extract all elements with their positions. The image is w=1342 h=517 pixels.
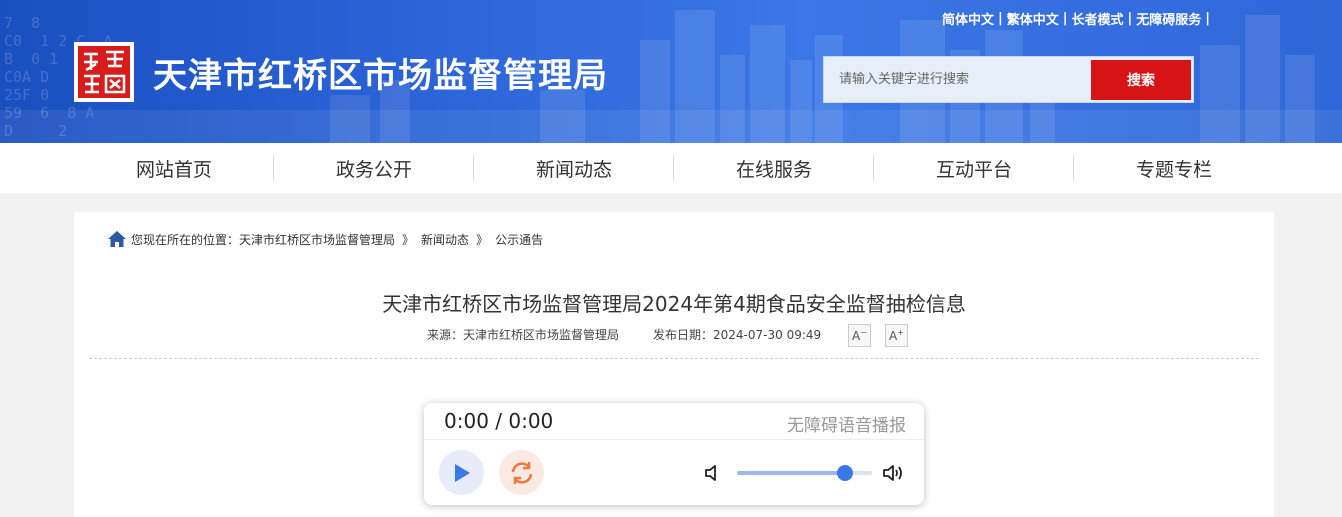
home-icon[interactable] [107,230,127,248]
link-separator: | [997,11,1003,26]
site-logo[interactable] [74,42,134,102]
nav-item-special-topics[interactable]: 专题专栏 [1074,143,1274,193]
breadcrumb: 您现在所在的位置： 天津市红桥区市场监督管理局 》 新闻动态 》 公示通告 [107,230,543,248]
font-decrease-button[interactable]: A − [848,324,871,347]
article-card: 您现在所在的位置： 天津市红桥区市场监督管理局 》 新闻动态 》 公示通告 天津… [74,212,1274,517]
breadcrumb-separator: 》 [476,232,489,247]
nav-item-online-services[interactable]: 在线服务 [674,143,874,193]
font-increase-letter: A [889,328,898,343]
logo-seal-icon [76,44,132,100]
font-increase-mark: + [897,328,904,337]
breadcrumb-item-news[interactable]: 新闻动态 [421,231,469,248]
search-input[interactable] [824,57,1090,102]
link-simplified-chinese[interactable]: 简体中文 [942,9,994,28]
font-decrease-letter: A [852,328,861,343]
font-increase-button[interactable]: A + [885,324,908,347]
site-header: 7 8 C0 1 2 C A B 0 1 C0A D 25F 0 59 6 8 … [0,0,1342,143]
link-separator: | [1205,11,1210,26]
volume-slider[interactable] [737,465,872,481]
article-source: 来源：天津市红桥区市场监督管理局 [427,328,620,342]
volume-mute-icon[interactable] [704,464,722,482]
search-box: 搜索 [823,56,1194,103]
link-separator: | [1127,11,1133,26]
article-title: 天津市红桥区市场监督管理局2024年第4期食品安全监督抽检信息 [382,292,966,316]
nav-item-government-affairs[interactable]: 政务公开 [274,143,474,193]
breadcrumb-prefix: 您现在所在的位置： [131,232,240,247]
volume-up-icon[interactable] [882,463,906,483]
loop-icon [511,461,532,484]
play-icon [454,463,470,482]
player-time: 0:00 / 0:00 [444,409,554,433]
volume-slider-knob[interactable] [837,465,853,481]
meta-divider [89,358,1259,359]
link-elderly-mode[interactable]: 长者模式 [1071,9,1123,28]
site-title: 天津市红桥区市场监督管理局 [153,56,608,96]
breadcrumb-item-agency[interactable]: 天津市红桥区市场监督管理局 [239,231,395,248]
link-accessibility[interactable]: 无障碍服务 [1136,9,1201,28]
nav-item-interaction[interactable]: 互动平台 [874,143,1074,193]
play-button[interactable] [439,450,484,495]
breadcrumb-item-notices[interactable]: 公示通告 [495,231,543,248]
audio-player: 0:00 / 0:00 无障碍语音播报 [424,403,924,505]
loop-button[interactable] [499,450,544,495]
search-button[interactable]: 搜索 [1091,60,1191,100]
link-separator: | [1062,11,1068,26]
article-date: 发布日期：2024-07-30 09:49 [653,328,822,342]
nav-item-news[interactable]: 新闻动态 [474,143,674,193]
top-links: 简体中文 | 繁体中文 | 长者模式 | 无障碍服务 | [942,9,1214,28]
player-divider [424,439,924,440]
breadcrumb-separator: 》 [402,232,415,247]
player-label: 无障碍语音播报 [787,416,906,436]
font-decrease-mark: − [860,328,867,337]
volume-slider-fill [737,471,845,475]
link-traditional-chinese[interactable]: 繁体中文 [1007,9,1059,28]
nav-item-home[interactable]: 网站首页 [74,143,274,193]
article-meta: 来源：天津市红桥区市场监督管理局 发布日期：2024-07-30 09:49 [427,326,821,343]
main-nav: 网站首页 政务公开 新闻动态 在线服务 互动平台 专题专栏 [0,143,1342,193]
